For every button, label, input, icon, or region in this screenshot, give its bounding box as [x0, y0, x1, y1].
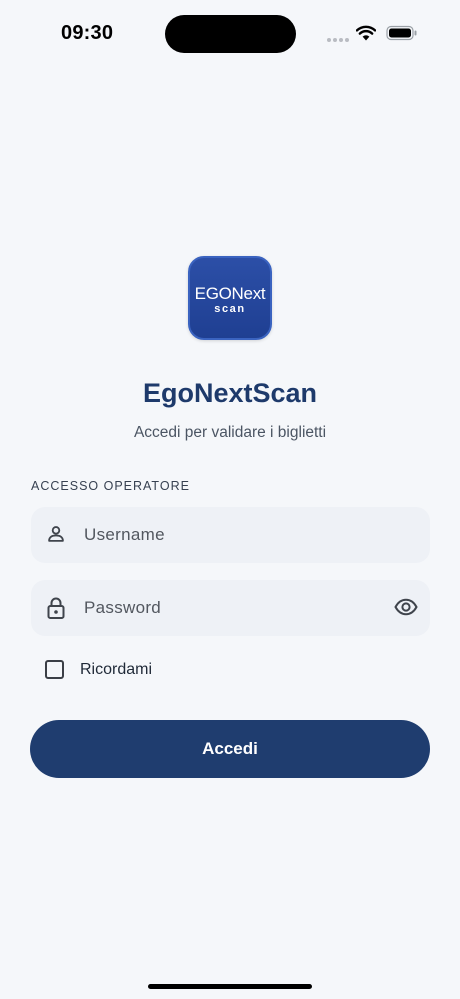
home-indicator	[148, 984, 312, 989]
logo-subtext: scan	[214, 303, 246, 315]
password-field[interactable]	[31, 580, 430, 636]
remember-me-checkbox[interactable]	[45, 660, 64, 679]
lock-icon	[47, 597, 65, 619]
app-title: EgoNextScan	[142, 378, 318, 408]
username-field[interactable]	[31, 507, 430, 563]
username-input[interactable]	[84, 507, 384, 563]
password-input[interactable]	[84, 580, 384, 636]
app-subtitle: Accedi per validare i biglietti	[133, 424, 327, 441]
remember-me-label: Ricordami	[80, 661, 153, 678]
section-label: ACCESSO OPERATORE	[31, 479, 190, 493]
status-time: 09:30	[61, 22, 114, 44]
eye-icon[interactable]	[394, 596, 418, 618]
login-button[interactable]: Accedi	[30, 720, 430, 778]
app-logo: EGONext scan	[188, 256, 272, 340]
user-icon	[48, 526, 64, 542]
battery-icon	[386, 25, 417, 41]
logo-wordmark: EGONext	[194, 284, 266, 303]
dynamic-island	[165, 15, 296, 53]
login-screen: 09:30 EGONext scan EgoNextScan Accedi pe…	[0, 0, 460, 999]
cellular-signal-icon	[327, 29, 351, 47]
wifi-icon	[356, 25, 376, 41]
